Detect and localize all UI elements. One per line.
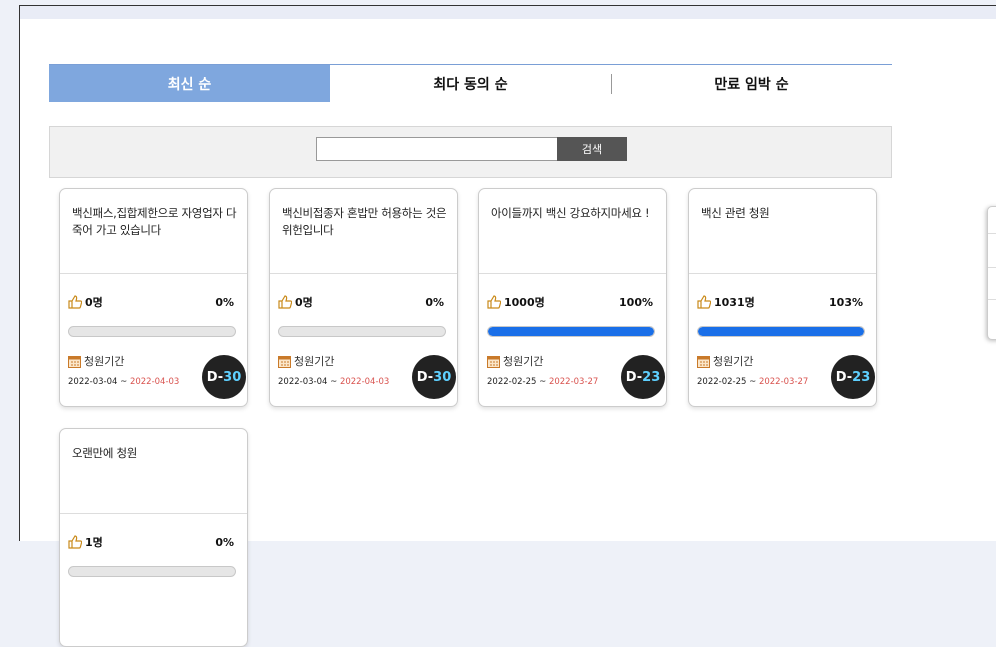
period-label: 청원기간 <box>713 355 754 368</box>
thumbs-up-icon <box>278 295 292 309</box>
agree-count: 1031명 <box>714 296 755 309</box>
agree-percent: 103% <box>829 295 863 309</box>
dday-number: 23 <box>642 369 661 385</box>
card-divider <box>60 513 247 514</box>
period-row: 청원기간 <box>278 353 334 369</box>
petition-card[interactable]: 백신 관련 청원 1031명 103% 청원기간 2022-02-25 ~ 20… <box>688 188 877 407</box>
card-divider <box>270 273 457 274</box>
agree-count: 0명 <box>295 296 313 309</box>
end-date: 2022-04-03 <box>339 377 390 387</box>
calendar-icon <box>487 355 500 368</box>
card-title[interactable]: 백신 관련 청원 <box>701 205 869 222</box>
end-date: 2022-03-27 <box>758 377 809 387</box>
petition-card[interactable]: 오랜만에 청원 1명 0% <box>59 428 248 647</box>
agree-percent: 0% <box>215 535 234 549</box>
tab-expiring-soon[interactable]: 만료 임박 순 <box>611 65 892 102</box>
end-date: 2022-04-03 <box>129 377 180 387</box>
card-title[interactable]: 아이들까지 백신 강요하지마세요 ! <box>491 205 659 222</box>
progress-bar <box>68 566 236 577</box>
sort-tabs: 최신 순 최다 동의 순 만료 임박 순 <box>49 64 892 102</box>
dday-prefix: D- <box>625 369 643 385</box>
period-row: 청원기간 <box>68 353 124 369</box>
dday-number: 30 <box>433 369 452 385</box>
start-date: 2022-03-04 <box>68 377 118 387</box>
period-label: 청원기간 <box>503 355 544 368</box>
progress-fill <box>488 327 654 336</box>
thumbs-up-icon <box>68 295 82 309</box>
progress-fill <box>698 327 864 336</box>
card-divider <box>60 273 247 274</box>
date-separator: ~ <box>536 377 549 387</box>
side-divider <box>988 267 996 268</box>
end-date: 2022-03-27 <box>548 377 599 387</box>
petition-dates: 2022-02-25 ~ 2022-03-27 <box>487 377 598 387</box>
side-quick-menu[interactable] <box>987 206 996 340</box>
tab-most-agreed[interactable]: 최다 동의 순 <box>330 65 611 102</box>
petition-card[interactable]: 백신패스,집합제한으로 자영업자 다죽어 가고 있습니다 0명 0% 청원기간 … <box>59 188 248 407</box>
dday-number: 23 <box>852 369 871 385</box>
dday-badge: D- 23 <box>831 355 875 399</box>
thumbs-up-icon <box>697 295 711 309</box>
card-title[interactable]: 오랜만에 청원 <box>72 445 240 462</box>
start-date: 2022-02-25 <box>697 377 747 387</box>
dday-badge: D- 23 <box>621 355 665 399</box>
agree-percent: 100% <box>619 295 653 309</box>
search-input[interactable] <box>316 137 558 161</box>
thumbs-up-icon <box>487 295 501 309</box>
card-title[interactable]: 백신패스,집합제한으로 자영업자 다죽어 가고 있습니다 <box>72 205 240 239</box>
agree-percent: 0% <box>425 295 444 309</box>
progress-bar <box>278 326 446 337</box>
card-title[interactable]: 백신비접종자 혼밥만 허용하는 것은 위헌입니다 <box>282 205 450 239</box>
agree-row: 1000명 100% <box>487 293 653 311</box>
period-label: 청원기간 <box>84 355 125 368</box>
calendar-icon <box>697 355 710 368</box>
agree-row: 0명 0% <box>278 293 444 311</box>
dday-prefix: D- <box>206 369 224 385</box>
agree-row: 0명 0% <box>68 293 234 311</box>
agree-percent: 0% <box>215 295 234 309</box>
dday-prefix: D- <box>835 369 853 385</box>
agree-count: 1명 <box>85 536 103 549</box>
petition-card[interactable]: 백신비접종자 혼밥만 허용하는 것은 위헌입니다 0명 0% 청원기간 2022… <box>269 188 458 407</box>
period-row: 청원기간 <box>697 353 753 369</box>
period-label: 청원기간 <box>294 355 335 368</box>
calendar-icon <box>278 355 291 368</box>
dday-prefix: D- <box>416 369 434 385</box>
start-date: 2022-03-04 <box>278 377 328 387</box>
date-separator: ~ <box>327 377 340 387</box>
tab-latest[interactable]: 최신 순 <box>49 65 330 102</box>
agree-row: 1명 0% <box>68 533 234 551</box>
progress-bar <box>697 326 865 337</box>
petition-dates: 2022-02-25 ~ 2022-03-27 <box>697 377 808 387</box>
search-button[interactable]: 검색 <box>557 137 627 161</box>
agree-count: 1000명 <box>504 296 545 309</box>
dday-badge: D- 30 <box>412 355 456 399</box>
card-divider <box>479 273 666 274</box>
progress-bar <box>487 326 655 337</box>
search-bar: 검색 <box>49 126 892 178</box>
calendar-icon <box>68 355 81 368</box>
dday-badge: D- 30 <box>202 355 246 399</box>
start-date: 2022-02-25 <box>487 377 537 387</box>
petition-dates: 2022-03-04 ~ 2022-04-03 <box>278 377 389 387</box>
dday-number: 30 <box>223 369 242 385</box>
agree-row: 1031명 103% <box>697 293 863 311</box>
agree-count: 0명 <box>85 296 103 309</box>
date-separator: ~ <box>117 377 130 387</box>
petition-card[interactable]: 아이들까지 백신 강요하지마세요 ! 1000명 100% 청원기간 2022-… <box>478 188 667 407</box>
side-divider <box>988 233 996 234</box>
top-band <box>20 6 996 19</box>
card-divider <box>689 273 876 274</box>
petition-dates: 2022-03-04 ~ 2022-04-03 <box>68 377 179 387</box>
page-frame: 최신 순 최다 동의 순 만료 임박 순 검색 백신패스,집합제한으로 자영업자… <box>19 5 996 647</box>
thumbs-up-icon <box>68 535 82 549</box>
date-separator: ~ <box>746 377 759 387</box>
side-divider <box>988 299 996 300</box>
progress-bar <box>68 326 236 337</box>
period-row: 청원기간 <box>487 353 543 369</box>
